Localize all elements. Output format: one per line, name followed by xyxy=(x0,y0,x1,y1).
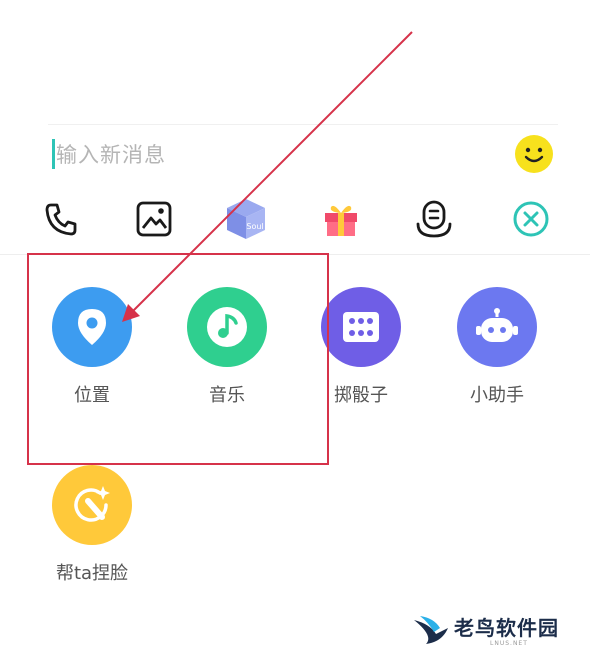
app-label: 帮ta捏脸 xyxy=(55,563,129,584)
emoji-icon[interactable] xyxy=(514,134,554,174)
annotation-highlight-box xyxy=(27,253,329,465)
soul-box-icon[interactable]: Soul xyxy=(223,196,269,242)
dice-icon xyxy=(321,287,401,367)
watermark: 老鸟软件园 LNUS.NET xyxy=(390,604,590,654)
watermark-subtitle: LNUS.NET xyxy=(490,640,528,647)
robot-icon xyxy=(457,287,537,367)
app-label: 小助手 xyxy=(470,385,524,406)
soul-box-text: Soul xyxy=(246,222,263,231)
close-icon[interactable] xyxy=(508,196,554,242)
message-input-placeholder[interactable]: 输入新消息 xyxy=(56,139,166,169)
voice-robot-icon[interactable] xyxy=(411,196,457,242)
chat-toolbar: Soul xyxy=(0,196,590,246)
text-caret xyxy=(52,139,55,169)
app-face-pinch[interactable]: 帮ta捏脸 xyxy=(37,465,147,595)
message-input-bar[interactable]: 输入新消息 xyxy=(48,124,558,181)
app-assistant[interactable]: 小助手 xyxy=(442,287,552,417)
phone-icon[interactable] xyxy=(38,196,84,242)
watermark-title: 老鸟软件园 xyxy=(454,616,559,640)
gift-icon[interactable] xyxy=(318,196,364,242)
bird-logo-icon xyxy=(414,616,448,644)
magic-wand-icon xyxy=(52,465,132,545)
image-icon[interactable] xyxy=(131,196,177,242)
